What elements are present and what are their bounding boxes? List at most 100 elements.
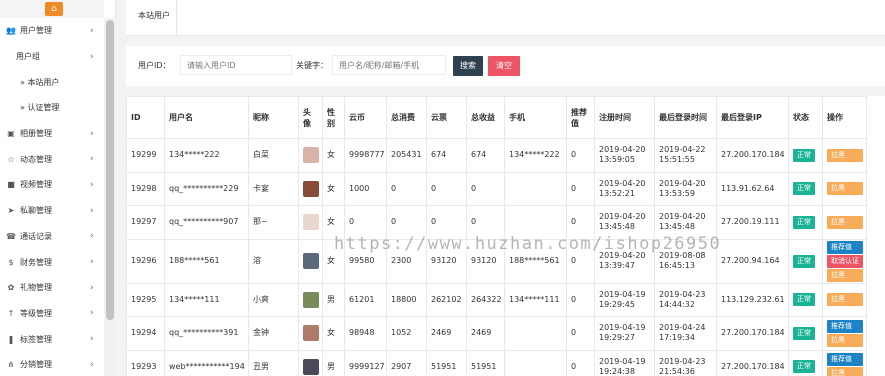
cell-username: 134*****222 <box>164 138 249 173</box>
sidebar-item-7[interactable]: ➤ 私聊管理 › <box>0 198 104 224</box>
avatar[interactable] <box>303 291 319 308</box>
sidebar-item-6[interactable]: ■ 视频管理 › <box>0 172 104 198</box>
chevron-right-icon: › <box>90 231 94 242</box>
column-header[interactable]: 云币 <box>344 96 387 139</box>
cell-coins: 99580 <box>344 238 387 284</box>
blacklist-button[interactable]: 拉黑 <box>827 148 863 162</box>
avatar[interactable] <box>303 147 319 164</box>
sidebar-nav: 👥 用户管理 › 用户组 › » 本站用户 » 认证管理 ▣ 相册管理 › ☆ 动态管理 › ■ 视频管理 ›… <box>0 18 104 376</box>
avatar-cell <box>298 316 323 351</box>
sidebar-item-label: 通话记录 <box>20 231 52 241</box>
column-header[interactable]: 用户名 <box>164 96 249 139</box>
actions-cell: 拉黑 <box>822 171 867 206</box>
avatar[interactable] <box>303 180 319 197</box>
column-header[interactable]: 手机 <box>504 96 567 139</box>
column-header[interactable]: 总消费 <box>386 96 427 139</box>
column-header[interactable]: 状态 <box>788 96 823 139</box>
column-header[interactable]: 最后登录IP <box>716 96 789 139</box>
sidebar-item-13[interactable]: ⋔ 分销管理 › <box>0 352 104 376</box>
column-header[interactable]: 最后登录时间 <box>654 96 717 139</box>
cell-nickname: 那~ <box>248 205 299 240</box>
cell-last: 2019-04-22 15:51:55 <box>654 138 717 173</box>
recommend-button[interactable]: 推荐值 <box>827 353 863 367</box>
cell-phone <box>504 316 567 351</box>
cell-id: 19298 <box>126 171 165 206</box>
table-row: 19293 web***********194 丑男男 9999127 2907 5195… <box>126 349 867 376</box>
sidebar-item-9[interactable]: $ 财务管理 › <box>0 249 104 275</box>
actions-cell: 推荐值 拉黑 <box>822 349 867 376</box>
sidebar-item-8[interactable]: ☎ 通话记录 › <box>0 224 104 250</box>
status-badge: 正常 <box>793 360 815 374</box>
phone-icon: ☎ <box>6 231 16 241</box>
cell-id: 19294 <box>126 316 165 351</box>
column-header[interactable]: ID <box>126 96 165 139</box>
column-header[interactable]: 推荐值 <box>566 96 595 139</box>
cell-tickets: 93120 <box>426 238 467 284</box>
userid-label: 用户ID： <box>138 61 171 70</box>
sidebar-item-1[interactable]: 用户组 › <box>0 44 104 70</box>
cell-income: 674 <box>466 138 505 173</box>
cell-rec: 0 <box>566 238 595 284</box>
send-icon: ➤ <box>7 206 15 216</box>
cell-income: 2469 <box>466 316 505 351</box>
sidebar-item-5[interactable]: ☆ 动态管理 › <box>0 146 104 172</box>
column-header[interactable]: 昵称 <box>248 96 299 139</box>
status-badge: 正常 <box>793 254 815 268</box>
avatar[interactable] <box>303 253 319 269</box>
cell-reg: 2019-04-20 13:39:47 <box>594 238 655 284</box>
cancel-verify-button[interactable]: 取消认证 <box>827 254 863 268</box>
cell-id: 19295 <box>126 282 165 317</box>
cell-rec: 0 <box>566 282 595 317</box>
cell-ip: 113.91.62.64 <box>716 171 789 206</box>
column-header[interactable]: 性别 <box>322 96 345 139</box>
cell-coins: 9998777 <box>344 138 387 173</box>
cell-phone: 134*****111 <box>504 282 567 317</box>
blacklist-button[interactable]: 拉黑 <box>827 268 863 282</box>
star-icon: ☆ <box>7 154 15 164</box>
actions-cell: 推荐值 取消认证 拉黑 <box>822 238 867 284</box>
sidebar-item-4[interactable]: ▣ 相册管理 › <box>0 121 104 147</box>
cell-id: 19296 <box>126 238 165 284</box>
chevron-right-icon: › <box>90 205 94 216</box>
blacklist-button[interactable]: 拉黑 <box>827 182 863 196</box>
avatar[interactable] <box>303 214 319 231</box>
column-header[interactable]: 总收益 <box>466 96 505 139</box>
scrollbar-thumb[interactable] <box>106 20 114 320</box>
search-button[interactable]: 搜索 <box>453 56 483 76</box>
sidebar-item-10[interactable]: ✿ 礼物管理 › <box>0 275 104 301</box>
recommend-button[interactable]: 推荐值 <box>827 240 863 254</box>
recommend-button[interactable]: 推荐值 <box>827 319 863 333</box>
status-badge: 正常 <box>793 293 815 307</box>
column-header[interactable]: 操作 <box>822 96 867 139</box>
sidebar-item-0[interactable]: 👥 用户管理 › <box>0 18 104 44</box>
cell-nickname: 白菜 <box>248 138 299 173</box>
cell-coins: 9999127 <box>344 349 387 376</box>
blacklist-button[interactable]: 拉黑 <box>827 333 863 347</box>
sidebar-item-label: 等级管理 <box>20 308 52 318</box>
column-header[interactable]: 云票 <box>426 96 467 139</box>
table-row: 19295 134*****111 小爽男 61201 18800 262102 26432… <box>126 282 867 317</box>
cell-phone: 188*****561 <box>504 238 567 284</box>
blacklist-button[interactable]: 拉黑 <box>827 293 863 307</box>
avatar[interactable] <box>303 325 319 342</box>
cell-gender: 女 <box>322 138 345 173</box>
home-icon[interactable]: ⌂ <box>45 2 63 16</box>
blacklist-button[interactable]: 拉黑 <box>827 367 863 376</box>
sidebar-scrollbar[interactable] <box>104 18 116 376</box>
userid-input[interactable] <box>180 55 292 75</box>
sidebar-item-11[interactable]: ↑ 等级管理 › <box>0 301 104 327</box>
cell-ip: 27.200.94.164 <box>716 238 789 284</box>
cell-ip: 27.200.19.111 <box>716 205 789 240</box>
sidebar-item-label: » 认证管理 <box>20 103 60 113</box>
tab-current-users[interactable]: 本站用户 <box>138 10 170 21</box>
sidebar-item-3[interactable]: » 认证管理 <box>0 95 104 121</box>
blacklist-button[interactable]: 拉黑 <box>827 215 863 229</box>
sidebar-item-2[interactable]: » 本站用户 <box>0 69 104 95</box>
clear-button[interactable]: 清空 <box>488 56 520 76</box>
column-header[interactable]: 注册时间 <box>594 96 655 139</box>
sidebar-item-12[interactable]: ❚ 标签管理 › <box>0 326 104 352</box>
column-header[interactable]: 头像 <box>298 96 323 139</box>
avatar[interactable] <box>303 358 319 375</box>
sidebar-item-label: 分销管理 <box>20 360 52 370</box>
keyword-input[interactable] <box>332 55 446 75</box>
